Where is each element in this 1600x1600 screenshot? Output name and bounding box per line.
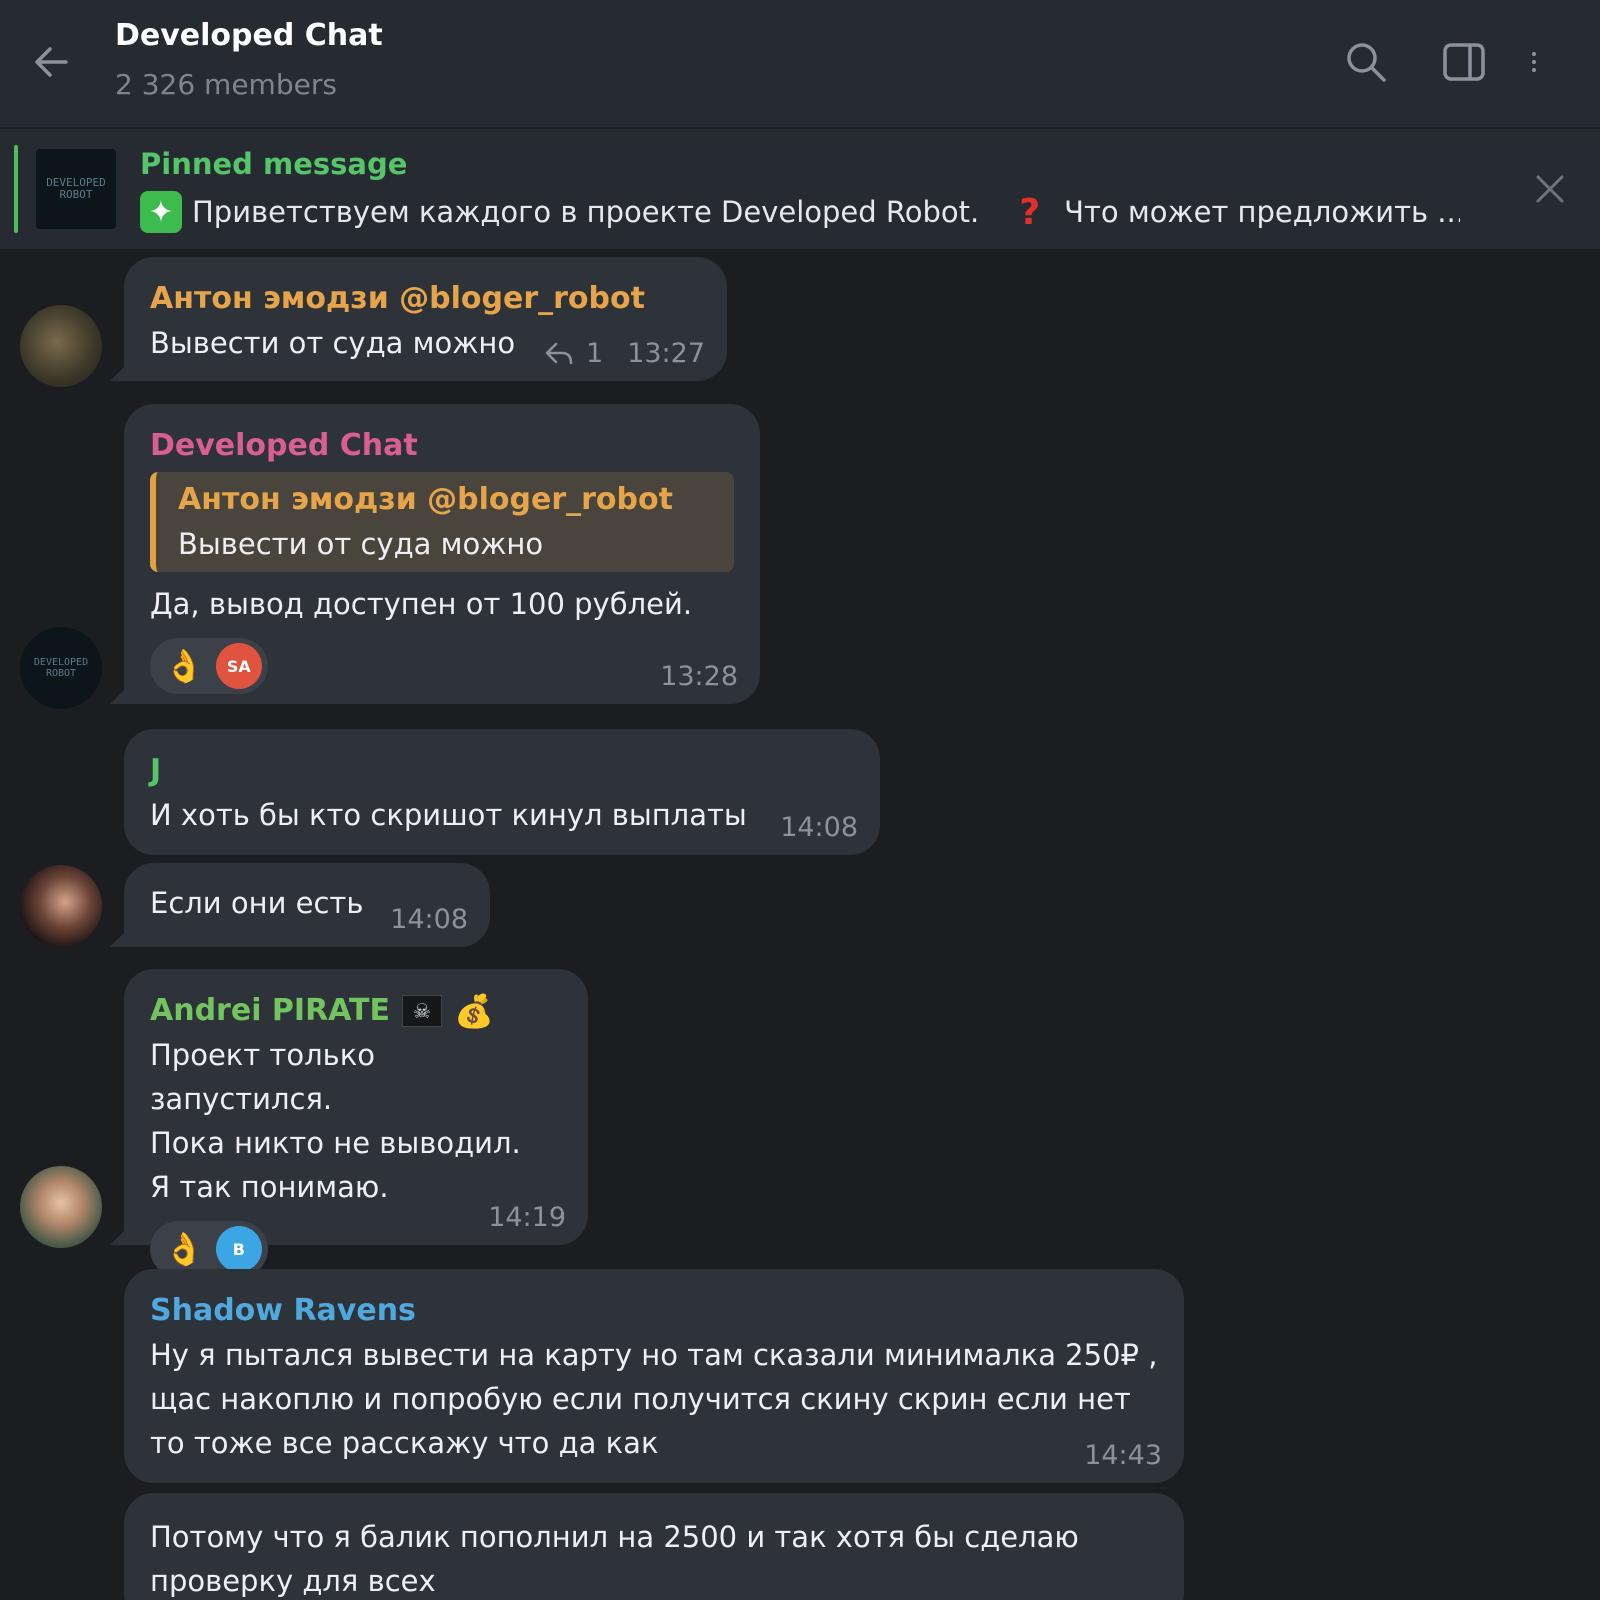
message-line: Пока никто не выводил. [150, 1126, 521, 1160]
sparkle-icon: ✦ [140, 191, 182, 233]
reaction-avatar: SA [215, 643, 262, 689]
bubble-tail [110, 682, 132, 704]
message-sender[interactable]: Andrei PIRATE ☠ 💰 [150, 989, 562, 1033]
message-sender[interactable]: Антон эмодзи @bloger_robot [150, 277, 701, 321]
message-bubble[interactable]: Потому что я балик пополнил на 2500 и та… [124, 1493, 1184, 1600]
message-line: то тоже все расскажу что да как [150, 1426, 659, 1460]
more-options-icon[interactable] [1528, 38, 1552, 86]
quote-text: Вывести от суда можно [178, 527, 544, 561]
message-bubble[interactable]: Антон эмодзи @bloger_robot Вывести от су… [110, 257, 727, 381]
message-line: Потому что я балик пополнил на 2500 и та… [150, 1520, 1079, 1554]
message-sender[interactable]: J [150, 749, 854, 793]
pinned-accent-bar [14, 145, 18, 233]
close-icon[interactable] [1530, 169, 1570, 209]
message-bubble[interactable]: Shadow Ravens Ну я пытался вывести на ка… [124, 1269, 1184, 1483]
message-sender[interactable]: Shadow Ravens [150, 1289, 1158, 1333]
reply-count: 1 [586, 338, 604, 369]
reply-info[interactable]: 1 13:27 [544, 338, 705, 369]
pinned-text-part2: Что может предложить ... [1064, 195, 1460, 229]
message-time: 14:19 [488, 1202, 566, 1233]
message-line: проверку для всех [150, 1564, 436, 1598]
sidebar-toggle-icon[interactable] [1440, 38, 1488, 86]
message-bubble[interactable]: Если они есть 14:08 [110, 863, 490, 947]
pinned-message-bar[interactable]: DEVELOPED ROBOT Pinned message ✦ Приветс… [0, 129, 1600, 249]
ok-hand-icon: 👌 [164, 647, 204, 685]
quote-sender: Антон эмодзи @bloger_robot [178, 482, 673, 517]
sender-name: Andrei PIRATE [150, 993, 391, 1028]
pinned-text-part1: Приветствуем каждого в проекте Developed… [192, 195, 980, 229]
question-mark-icon: ? [1019, 191, 1041, 233]
message-line: Проект только запустился. [150, 1038, 375, 1116]
chat-title[interactable]: Developed Chat [115, 18, 383, 53]
pinned-label: Pinned message [140, 147, 408, 181]
reaction-chip[interactable]: 👌 SA [150, 638, 268, 694]
message-bubble[interactable]: Andrei PIRATE ☠ 💰 Проект только запустил… [110, 969, 588, 1277]
message-bubble[interactable]: Developed Chat Антон эмодзи @bloger_robo… [110, 404, 760, 704]
message-sender[interactable]: Developed Chat [150, 424, 734, 468]
reaction-avatar: B [215, 1226, 262, 1272]
avatar[interactable] [20, 305, 102, 387]
message-line: щас накоплю и попробую если получится ск… [150, 1382, 1131, 1416]
message-list[interactable]: Антон эмодзи @bloger_robot Вывести от су… [0, 249, 1600, 1600]
avatar[interactable] [20, 865, 102, 947]
avatar[interactable] [20, 1166, 102, 1248]
reply-icon [545, 342, 573, 364]
pinned-thumbnail: DEVELOPED ROBOT [36, 149, 116, 229]
message-text: И хоть бы кто скришот кинул выплаты [150, 798, 747, 832]
member-count: 2 326 members [115, 68, 337, 101]
pinned-preview: ✦ Приветствуем каждого в проекте Develop… [140, 191, 1460, 233]
back-arrow-icon[interactable] [30, 40, 74, 84]
reply-quote[interactable]: Антон эмодзи @bloger_robot Вывести от су… [150, 472, 734, 572]
bubble-tail [110, 925, 132, 947]
avatar[interactable]: DEVELOPED ROBOT [20, 627, 102, 709]
search-icon[interactable] [1342, 38, 1390, 86]
message-time: 13:28 [660, 661, 738, 692]
bubble-tail [110, 1223, 132, 1245]
ok-hand-icon: 👌 [164, 1230, 204, 1268]
message-bubble[interactable]: J И хоть бы кто скришот кинул выплаты 14… [124, 729, 880, 855]
message-line: Ну я пытался вывести на карту но там ска… [150, 1338, 1158, 1372]
bubble-tail [110, 359, 132, 381]
message-time: 14:08 [390, 904, 468, 935]
message-time: 14:43 [1084, 1440, 1162, 1471]
pirate-flag-icon: ☠ [402, 995, 443, 1027]
message-time: 13:27 [627, 338, 705, 369]
chat-header: Developed Chat 2 326 members [0, 0, 1600, 128]
message-text: Да, вывод доступен от 100 рублей. [150, 587, 693, 621]
message-time: 14:08 [780, 812, 858, 843]
money-bag-icon: 💰 [454, 992, 494, 1030]
